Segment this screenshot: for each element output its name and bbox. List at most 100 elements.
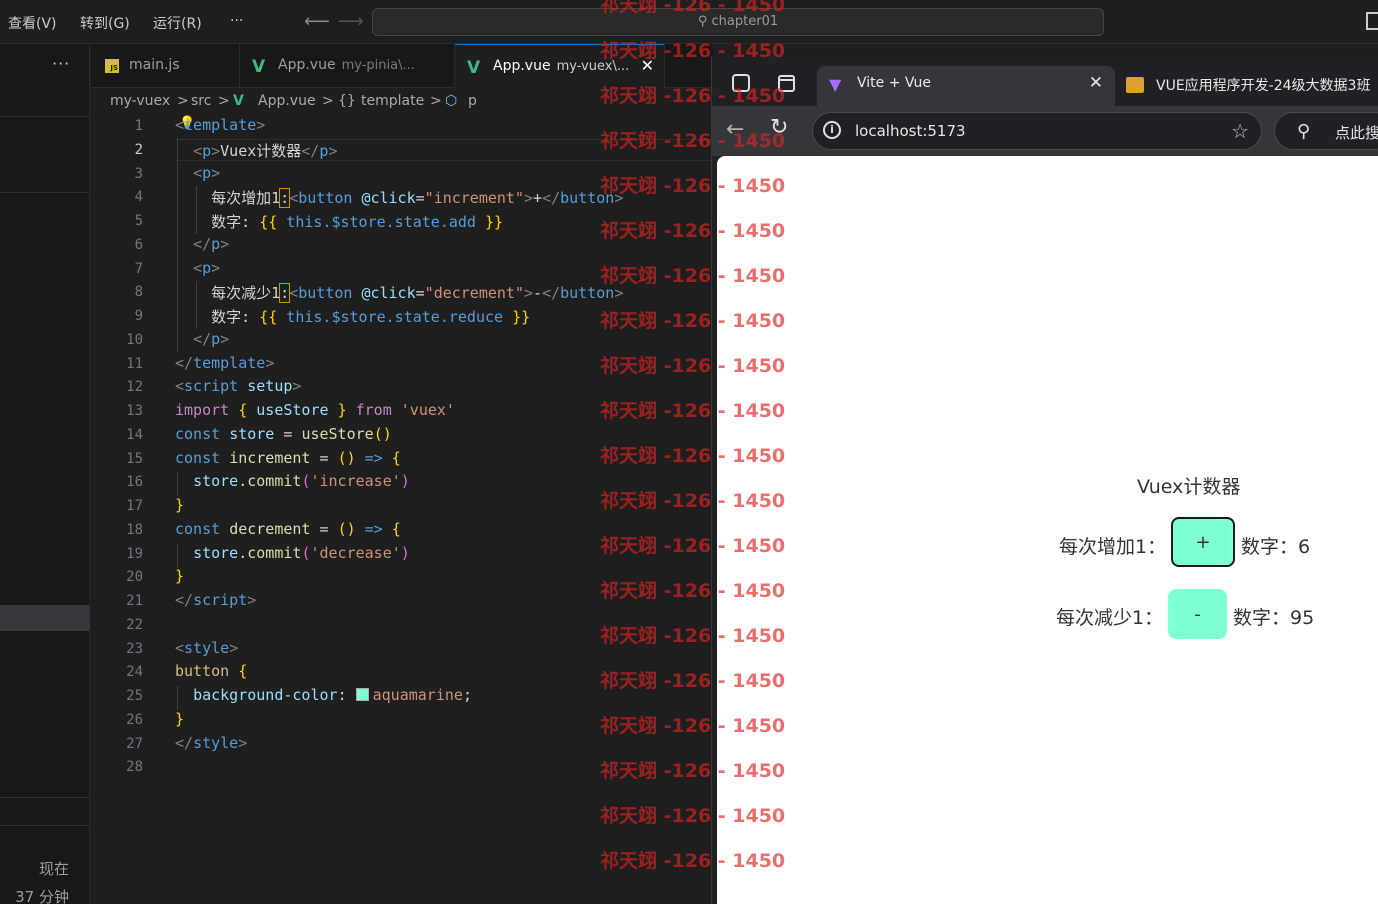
code-line: import { useStore } from 'vuex'	[175, 401, 455, 419]
line-number: 10	[126, 332, 143, 348]
code-line: <p>	[193, 259, 221, 277]
search-icon: ⚲	[1297, 121, 1311, 142]
code-line: </script>	[175, 591, 257, 609]
line-number: 2	[134, 142, 143, 158]
code-line: <template>	[175, 116, 266, 134]
menu-run[interactable]: 运行(R)	[153, 13, 202, 33]
close-icon[interactable]: ✕	[641, 56, 654, 75]
decrement-button[interactable]: -	[1168, 589, 1227, 639]
code-line: }	[175, 567, 185, 585]
page-viewport: Vuex计数器 每次增加1： + 数字：6 每次减少1： - 数字：95	[717, 156, 1378, 904]
close-icon[interactable]: ✕	[1089, 73, 1103, 93]
code-line: store.commit('decrease')	[193, 544, 410, 562]
line-number: 17	[126, 498, 143, 514]
browser-tab-course[interactable]: VUE应用程序开发-24级大数据3班	[1122, 66, 1378, 106]
page-title: Vuex计数器	[1137, 476, 1241, 498]
line-number: 4	[134, 189, 143, 205]
tab-app-vue-pinia[interactable]: V App.vue my-pinia\...	[240, 44, 455, 88]
breadcrumb-item[interactable]: App.vue	[258, 93, 316, 109]
timeline-ago: 37 分钟	[15, 888, 69, 904]
line-number: 5	[134, 213, 143, 229]
star-icon[interactable]: ☆	[1231, 119, 1249, 143]
search-label: 点此搜	[1335, 124, 1378, 142]
line-number: 12	[126, 379, 143, 395]
code-line: 每次增加1:<button @click="increment">+</butt…	[211, 188, 624, 208]
tab-label: main.js	[129, 57, 180, 73]
increment-count: 数字：6	[1241, 536, 1311, 558]
line-number: 26	[126, 712, 143, 728]
breadcrumb: my-vuex > src > V App.vue > {} template …	[91, 88, 713, 114]
selected-item[interactable]	[0, 605, 90, 631]
code-editor[interactable]: 💡 1 2 3 4 5 6 7 8 9 10 11 12 13 14 15 16…	[91, 114, 713, 904]
breadcrumb-item[interactable]: p	[468, 93, 477, 109]
vue-file-icon: V	[252, 57, 266, 77]
tab-label: App.vue	[278, 57, 336, 73]
info-icon[interactable]: i	[823, 121, 841, 139]
line-number: 20	[126, 569, 143, 585]
reload-icon[interactable]: ↻	[770, 115, 788, 140]
tab-app-vue-vuex[interactable]: V App.vue my-vuex\... ✕	[455, 44, 665, 88]
tab-main-js[interactable]: JS main.js	[91, 44, 240, 88]
line-number: 23	[126, 641, 143, 657]
code-line: </style>	[175, 734, 248, 752]
tab-path: my-pinia\...	[341, 58, 415, 73]
browser-tab-label: Vite + Vue	[857, 75, 932, 91]
forward-arrow-icon[interactable]: ⟶	[338, 11, 364, 32]
layout-icon[interactable]	[1366, 12, 1378, 30]
workspaces-icon[interactable]	[732, 74, 750, 92]
tab-actions-icon[interactable]	[778, 75, 795, 92]
line-number: 18	[126, 522, 143, 538]
line-number: 14	[126, 427, 143, 443]
code-line: const increment = () => {	[175, 449, 401, 467]
braces-icon: {}	[338, 93, 356, 109]
breadcrumb-item[interactable]: my-vuex	[110, 93, 170, 109]
element-icon: ⬡	[445, 93, 458, 109]
line-number: 21	[126, 593, 143, 609]
side-panel: ··· 现在 37 分钟	[0, 44, 90, 904]
code-line: <script setup>	[175, 377, 302, 395]
back-arrow-icon[interactable]: ←	[726, 117, 744, 142]
browser-toolbar: ← ↻ i localhost:5173 ☆ ⚲ 点此搜	[712, 106, 1378, 156]
browser-tab-vite-vue[interactable]: ▼ Vite + Vue ✕	[817, 66, 1115, 106]
breadcrumb-item[interactable]: src	[191, 93, 211, 109]
code-line: <p>Vuex计数器</p>	[193, 142, 338, 160]
breadcrumb-item[interactable]: template	[361, 93, 424, 109]
menu-more[interactable]: ···	[230, 13, 243, 29]
line-number: 7	[134, 261, 143, 277]
line-number: 16	[126, 474, 143, 490]
url-text: localhost:5173	[855, 122, 966, 140]
more-icon[interactable]: ···	[52, 54, 70, 73]
line-number: 1	[134, 118, 143, 134]
menu-view[interactable]: 查看(V)	[8, 13, 57, 33]
browser-window: ▼ Vite + Vue ✕ VUE应用程序开发-24级大数据3班 ← ↻ i …	[711, 56, 1378, 904]
vue-file-icon: V	[233, 93, 244, 109]
browser-tab-label: VUE应用程序开发-24级大数据3班	[1156, 78, 1371, 94]
code-line: 数字: {{ this.$store.state.add }}	[211, 213, 504, 231]
line-number: 24	[126, 664, 143, 680]
search-box[interactable]: ⚲ 点此搜	[1274, 112, 1378, 150]
title-bar: 查看(V) 转到(G) 运行(R) ··· ⟵ ⟶ ⚲ chapter01	[0, 0, 1378, 44]
line-number: 15	[126, 451, 143, 467]
back-arrow-icon[interactable]: ⟵	[304, 11, 330, 32]
browser-tab-strip: ▼ Vite + Vue ✕ VUE应用程序开发-24级大数据3班	[712, 56, 1378, 106]
site-favicon	[1126, 77, 1144, 93]
line-number: 9	[134, 308, 143, 324]
increment-button[interactable]: +	[1171, 517, 1235, 567]
js-file-icon: JS	[105, 59, 119, 73]
tab-label: App.vue	[493, 58, 551, 74]
breadcrumb-sep: >	[218, 93, 230, 109]
search-icon: ⚲	[697, 14, 708, 29]
address-bar[interactable]: i localhost:5173 ☆	[812, 112, 1262, 150]
command-center[interactable]: ⚲ chapter01	[372, 8, 1104, 36]
color-swatch[interactable]	[355, 688, 369, 701]
code-line: <p>	[193, 164, 221, 182]
code-line: <style>	[175, 639, 239, 657]
line-number: 27	[126, 736, 143, 752]
menu-go[interactable]: 转到(G)	[80, 13, 130, 33]
code-line: button {	[175, 662, 248, 680]
timeline-now: 现在	[38, 860, 69, 878]
breadcrumb-sep: >	[322, 93, 334, 109]
divider	[0, 192, 90, 193]
code-line: </p>	[193, 330, 230, 348]
code-line: 数字: {{ this.$store.state.reduce }}	[211, 308, 531, 326]
